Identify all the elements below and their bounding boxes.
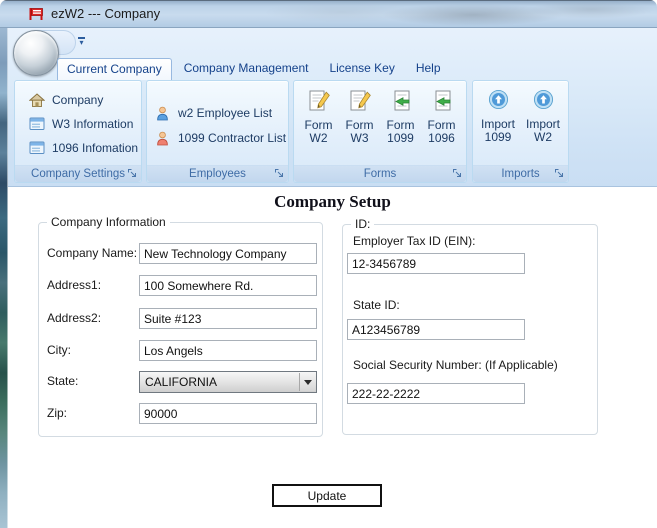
dialog-launcher-icon[interactable]	[274, 168, 285, 179]
group-label: Employees	[189, 168, 246, 180]
zip-input[interactable]	[139, 403, 317, 424]
combo-dropdown-button[interactable]	[299, 373, 315, 391]
form-edit-icon	[348, 89, 372, 113]
ribbon-tabs: Current Company Company Management Licen…	[57, 57, 453, 80]
ribbon-button-form-1099[interactable]: Form 1099	[380, 89, 421, 145]
button-label-line2: 1099	[387, 131, 414, 145]
chevron-down-icon: ▾	[79, 38, 84, 47]
ribbon-item-1096-infomation[interactable]: 1096 Infomation	[29, 138, 141, 158]
house-icon	[28, 92, 46, 108]
import-up-arrow-icon	[488, 89, 509, 110]
import-up-arrow-icon	[533, 89, 554, 110]
group-footer-company-settings: Company Settings	[15, 165, 141, 182]
state-id-input[interactable]	[347, 319, 525, 340]
form-table-icon	[29, 141, 45, 156]
app-window: ezW2 --- Company ▾ Current Company Compa…	[0, 0, 657, 528]
dialog-launcher-icon[interactable]	[127, 168, 138, 179]
button-label-line2: 1096	[428, 131, 455, 145]
group-footer-imports: Imports	[473, 165, 568, 182]
tab-current-company[interactable]: Current Company	[57, 58, 172, 80]
ribbon-item-label: Company	[52, 93, 104, 107]
form-edit-icon	[307, 89, 331, 113]
ribbon-item-w2-employee-list[interactable]: w2 Employee List	[155, 103, 288, 123]
group-company-settings: Company W3 Information 1096 Infomation C…	[14, 80, 142, 183]
qat-customize-button[interactable]: ▾	[74, 35, 89, 49]
ribbon-button-form-w2[interactable]: Form W2	[298, 89, 339, 145]
tab-help[interactable]: Help	[407, 58, 450, 80]
ribbon-item-1099-contractor-list[interactable]: 1099 Contractor List	[155, 128, 288, 148]
groupbox-legend: ID:	[351, 217, 375, 231]
ribbon: ▾ Current Company Company Management Lic…	[8, 28, 657, 187]
ribbon-item-label: w2 Employee List	[178, 106, 273, 120]
ein-label: Employer Tax ID (EIN):	[353, 234, 476, 248]
dialog-launcher-icon[interactable]	[554, 168, 565, 179]
company-name-input[interactable]	[139, 243, 317, 264]
dialog-launcher-icon[interactable]	[452, 168, 463, 179]
groupbox-company-information: Company Information Company Name: Addres…	[38, 215, 323, 437]
ribbon-button-import-w2[interactable]: Import W2	[521, 89, 566, 144]
state-select[interactable]: CALIFORNIA	[139, 371, 317, 393]
group-imports: Import 1099 Import W2 Imports	[472, 80, 569, 183]
window-title: ezW2 --- Company	[51, 6, 161, 21]
ein-input[interactable]	[347, 253, 525, 274]
tab-license-key[interactable]: License Key	[320, 58, 403, 80]
ssn-input[interactable]	[347, 383, 525, 404]
form-export-icon	[389, 89, 413, 113]
group-footer-forms: Forms	[294, 165, 466, 182]
group-employees: w2 Employee List 1099 Contractor List Em…	[146, 80, 289, 183]
company-name-label: Company Name:	[47, 246, 138, 260]
ribbon-button-import-1099[interactable]: Import 1099	[476, 89, 521, 144]
group-label: Company Settings	[31, 168, 125, 180]
ribbon-item-label: 1099 Contractor List	[178, 131, 287, 145]
state-id-label: State ID:	[353, 298, 400, 312]
address1-label: Address1:	[47, 278, 102, 292]
state-label: State:	[47, 374, 79, 388]
address2-label: Address2:	[47, 311, 102, 325]
form-table-icon	[29, 117, 45, 132]
button-label-line2: W2	[309, 131, 328, 145]
address1-input[interactable]	[139, 275, 317, 296]
state-selected-value: CALIFORNIA	[145, 375, 218, 389]
page-title: Company Setup	[274, 192, 391, 211]
title-bar[interactable]: ezW2 --- Company	[0, 0, 657, 28]
ribbon-button-form-w3[interactable]: Form W3	[339, 89, 380, 145]
groupbox-id: ID: Employer Tax ID (EIN): State ID: Soc…	[342, 217, 598, 435]
window-border	[0, 28, 8, 528]
employee-person-icon	[155, 106, 171, 121]
button-label-line2: 1099	[484, 130, 512, 144]
ribbon-groups: Company W3 Information 1096 Infomation C…	[8, 80, 657, 184]
tab-company-management[interactable]: Company Management	[175, 58, 318, 80]
application-menu-button[interactable]	[13, 30, 59, 76]
group-label: Imports	[501, 168, 540, 180]
ribbon-item-label: W3 Information	[52, 117, 134, 131]
city-label: City:	[47, 343, 71, 357]
button-label-line2: W3	[350, 131, 369, 145]
ribbon-button-form-1096[interactable]: Form 1096	[421, 89, 462, 145]
groupbox-legend: Company Information	[47, 215, 170, 229]
zip-label: Zip:	[47, 406, 68, 420]
ssn-label: Social Security Number: (If Applicable)	[353, 358, 558, 372]
address2-input[interactable]	[139, 308, 317, 329]
update-button[interactable]: Update	[272, 484, 382, 507]
group-forms: Form W2 Form W3 Form 1099 Form 1096 Form…	[293, 80, 467, 183]
ribbon-item-label: 1096 Infomation	[52, 141, 139, 155]
city-input[interactable]	[139, 340, 317, 361]
chevron-down-icon	[303, 379, 312, 385]
ribbon-item-company[interactable]: Company	[28, 90, 141, 110]
client-area: Company Setup Company Information Compan…	[8, 187, 657, 528]
group-footer-employees: Employees	[147, 165, 288, 182]
form-export-icon	[430, 89, 454, 113]
group-label: Forms	[363, 168, 397, 180]
app-icon	[28, 6, 44, 22]
button-label-line2: W2	[534, 130, 552, 144]
contractor-person-icon	[155, 131, 171, 146]
ribbon-item-w3-information[interactable]: W3 Information	[29, 114, 141, 134]
